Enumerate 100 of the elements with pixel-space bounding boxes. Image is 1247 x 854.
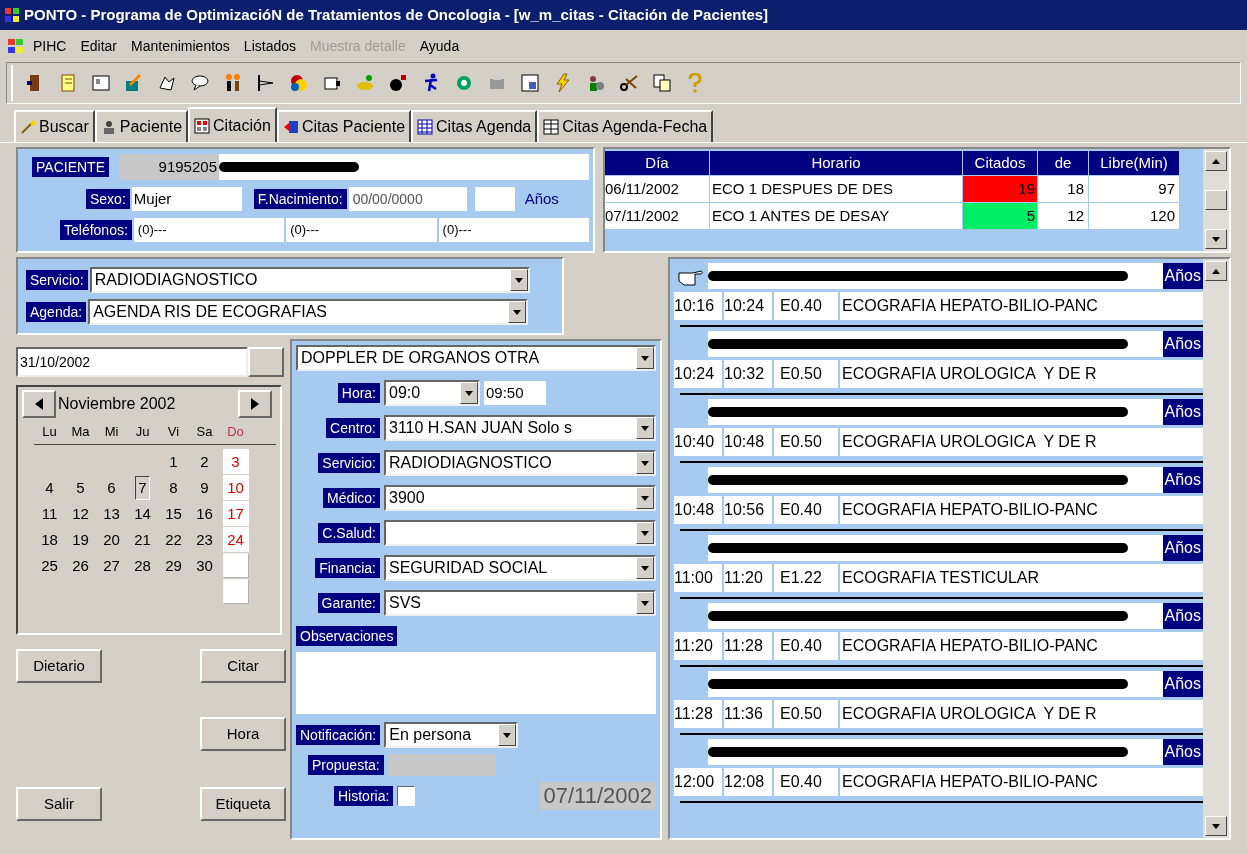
dropdown[interactable]: RADIODIAGNOSTICO [89,267,530,293]
dropdown-button[interactable] [636,557,654,579]
menu-item[interactable]: Mantenimientos [126,35,235,57]
dropdown[interactable]: En persona [384,722,519,748]
proposal-field[interactable] [387,754,496,776]
calendar-day[interactable]: 27 [100,553,123,578]
calendar-day[interactable]: 10 [224,475,247,500]
calendar-day[interactable]: 20 [100,527,123,552]
dropdown[interactable]: RADIODIAGNOSTICO [384,450,656,476]
calendar-day[interactable]: 15 [162,501,185,526]
calendar-day[interactable]: 9 [197,475,212,500]
calendar-day[interactable]: 4 [42,475,57,500]
observations-field[interactable] [296,652,656,714]
scroll-up-button[interactable] [1205,151,1227,171]
column-header[interactable]: Citados [963,151,1037,175]
calendar-day[interactable]: 8 [166,475,181,500]
calendar-day[interactable]: 21 [131,527,154,552]
dropdown-button[interactable] [636,522,654,544]
calendar-day[interactable]: 19 [69,527,92,552]
dropdown[interactable]: SVS [384,590,656,616]
card-icon[interactable] [91,73,111,93]
form-icon[interactable] [520,73,540,93]
calendar-day[interactable]: 23 [193,527,216,552]
dropdown-button[interactable] [509,269,528,291]
calendar-button[interactable] [248,347,284,377]
patient-field[interactable]: 9195205 [119,154,589,180]
calendar-day[interactable]: 17 [224,501,247,526]
dropdown[interactable]: 09:0 [384,380,480,406]
dropdown-button[interactable] [460,382,478,404]
calendar-day[interactable]: 14 [131,501,154,526]
etiqueta-button[interactable]: Etiqueta [200,787,286,821]
dropdown-button[interactable] [636,347,654,369]
tab[interactable]: Citación [188,107,277,143]
tab[interactable]: Buscar [14,110,95,142]
scroll-down-button[interactable] [1205,816,1227,836]
dropdown[interactable]: SEGURIDAD SOCIAL [384,555,656,581]
time-field[interactable]: 09:50 [484,381,546,405]
calendar-day[interactable]: 2 [197,449,212,474]
menu-item[interactable]: Editar [75,35,123,57]
text-field[interactable] [474,187,515,211]
scroll-thumb[interactable] [1205,190,1227,210]
text-field[interactable]: 00/00/0000 [348,187,467,211]
calendar-day[interactable]: 24 [224,527,247,552]
calendar-day[interactable]: 5 [73,475,88,500]
menu-item[interactable]: PIHC [28,35,72,57]
calendar-day[interactable]: 13 [100,501,123,526]
calendar-day[interactable]: 16 [193,501,216,526]
checkbox[interactable] [397,786,416,806]
dropdown[interactable]: DOPPLER DE ORGANOS OTRA [296,345,656,371]
date-field[interactable]: 31/10/2002 [16,347,248,377]
text-field[interactable]: Mujer [131,187,242,211]
dropdown-button[interactable] [508,301,527,323]
refresh-icon[interactable] [454,73,474,93]
tab[interactable]: Citas Paciente [276,110,412,142]
dropdown[interactable]: AGENDA RIS DE ECOGRAFIAS [88,299,529,325]
calendar-day[interactable]: 22 [162,527,185,552]
tab[interactable]: Paciente [94,110,189,142]
calendar-day[interactable]: 18 [38,527,61,552]
dropdown[interactable]: 3900 [384,485,656,511]
scissors-icon[interactable] [619,73,639,93]
calendar-day[interactable]: 12 [69,501,92,526]
previous-month-button[interactable] [22,390,56,418]
lightning-icon[interactable] [553,73,573,93]
calendar-day[interactable]: 29 [162,553,185,578]
salir-button[interactable]: Salir [16,787,102,821]
scrollbar[interactable] [1203,259,1229,838]
column-header[interactable]: Día [605,151,709,175]
dropdown-button[interactable] [636,417,654,439]
scrollbar[interactable] [1203,149,1229,251]
menu-item[interactable]: Ayuda [414,35,465,57]
scroll-down-button[interactable] [1205,229,1227,249]
people-icon[interactable] [223,73,243,93]
calendar-day[interactable]: 28 [131,553,154,578]
column-header[interactable]: Libre(Min) [1089,151,1179,175]
speech-bubble-icon[interactable] [190,73,210,93]
column-header[interactable]: de [1038,151,1088,175]
scroll-up-button[interactable] [1205,261,1227,281]
notebook-icon[interactable] [58,73,78,93]
column-header[interactable]: Horario [710,151,962,175]
calendar-day[interactable]: 25 [38,553,61,578]
hora-button[interactable]: Hora [200,717,286,751]
copy-icon[interactable] [652,73,672,93]
dropdown[interactable] [384,520,656,546]
calendar-day[interactable]: 26 [69,553,92,578]
phone-field[interactable]: (0)--- [438,218,589,242]
dropdown-button[interactable] [636,592,654,614]
dropdown-button[interactable] [498,724,517,746]
balls-icon[interactable] [289,73,309,93]
calendar-day[interactable]: 6 [104,475,119,500]
tab[interactable]: Citas Agenda [411,110,538,142]
dropdown[interactable]: 3110 H.SAN JUAN Solo s [384,415,656,441]
menu-item[interactable]: Listados [238,35,301,57]
dropdown-button[interactable] [636,487,654,509]
calendar-day[interactable]: 7 [135,475,150,500]
tab[interactable]: Citas Agenda-Fecha [537,110,714,142]
next-month-button[interactable] [238,390,272,418]
phone-field[interactable]: (0)--- [286,218,437,242]
calendar-day[interactable]: 1 [166,449,181,474]
calendar-day[interactable]: 11 [38,501,61,526]
citar-button[interactable]: Citar [200,649,286,683]
